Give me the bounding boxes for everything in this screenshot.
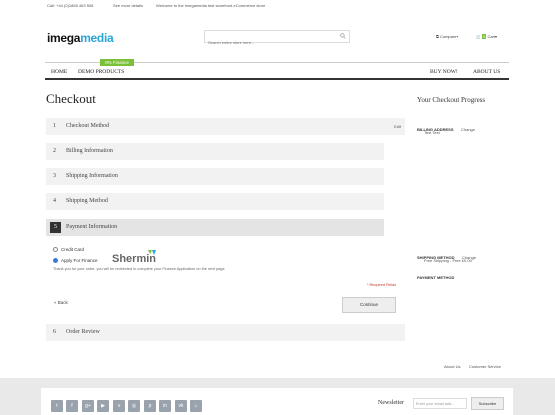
phone-text: Call: +44 (0)1865 463 508 — [47, 3, 94, 8]
nav-about-us[interactable]: About Us — [473, 69, 500, 75]
step-shipping-information[interactable]: 3 Shipping Information — [46, 168, 384, 185]
vimeo-icon[interactable]: v — [113, 400, 125, 412]
facebook-icon[interactable]: f — [66, 400, 78, 412]
step-label: Billing Information — [66, 148, 113, 154]
continue-label: Continue — [359, 302, 378, 307]
billing-change-link[interactable]: Change — [461, 127, 475, 132]
search-icon[interactable] — [340, 33, 346, 39]
step-number: 5 — [50, 222, 61, 233]
vk-icon[interactable]: vk — [175, 400, 187, 412]
step-number: 4 — [53, 198, 56, 204]
finance-badge: 0% Finance — [100, 59, 134, 66]
search-input[interactable] — [205, 37, 333, 48]
radio-button-selected[interactable] — [53, 258, 58, 263]
linkedin-icon[interactable]: in — [159, 400, 171, 412]
billing-address-value: Test Test — [424, 130, 440, 135]
progress-title: Your Checkout Progress — [417, 96, 486, 104]
logo-part2: media — [80, 31, 114, 45]
youtube-icon[interactable]: ▶ — [97, 400, 109, 412]
step-number: 2 — [53, 148, 56, 154]
twitter-icon[interactable]: t — [51, 400, 63, 412]
cart-label: Cart — [487, 34, 496, 39]
step-number: 6 — [53, 329, 56, 335]
cart-count: 0 — [482, 34, 487, 39]
pinterest-icon[interactable]: p — [144, 400, 156, 412]
required-fields: * Required Fields — [367, 283, 397, 287]
compare-icon: ⧉ — [436, 34, 439, 39]
shipping-method-value: Free Shipping - Free £0.00 — [424, 258, 472, 263]
step-label: Checkout Method — [66, 123, 110, 129]
logo-part1: imega — [47, 31, 81, 45]
step-billing-information[interactable]: 2 Billing Information — [46, 143, 384, 160]
cart-icon: 🛒 — [476, 34, 481, 39]
back-link[interactable]: « Back — [54, 300, 68, 305]
cart-link[interactable]: 🛒 0 Cart▾ — [476, 34, 497, 39]
radio-button[interactable] — [53, 247, 58, 252]
step-checkout-method[interactable]: 1 Checkout Method Edit — [46, 118, 405, 135]
welcome-text: Welcome to the Imegamedia test storefron… — [156, 3, 266, 8]
nav-demo-products[interactable]: Demo Products — [78, 69, 124, 75]
nav-home[interactable]: Home — [51, 69, 67, 75]
step-label: Shipping Information — [66, 173, 118, 179]
site-logo[interactable]: imegamedia — [47, 31, 114, 45]
payment-method-heading: PAYMENT METHOD — [417, 275, 455, 280]
top-bar: Call: +44 (0)1865 463 508 See more detai… — [0, 0, 555, 10]
newsletter-label: Newsletter — [378, 400, 404, 406]
step-number: 3 — [53, 173, 56, 179]
foursquare-icon[interactable]: ⌂ — [190, 400, 202, 412]
chevron-down-icon: ▾ — [456, 34, 459, 39]
more-details-link[interactable]: See more details — [113, 3, 143, 8]
step-label: Shipping Method — [66, 198, 108, 204]
subscribe-button[interactable]: Subscribe — [471, 397, 504, 410]
option-label: Apply For Finance — [61, 258, 98, 263]
step-label: Order Review — [66, 329, 100, 335]
nav-buy-now[interactable]: Buy Now! — [430, 69, 458, 75]
footer-service-link[interactable]: Customer Service — [469, 364, 501, 369]
step-shipping-method[interactable]: 4 Shipping Method — [46, 193, 384, 210]
shermin-logo: Shermin — [112, 250, 172, 275]
search-box — [204, 30, 350, 48]
shermin-text: Shermin — [112, 253, 157, 265]
continue-button[interactable]: Continue — [342, 297, 396, 313]
google-plus-icon[interactable]: g+ — [82, 400, 94, 412]
chevron-down-icon: ▾ — [495, 34, 498, 39]
step-label: Payment Information — [66, 224, 118, 230]
main-nav: Home Demo Products 0% Finance Buy Now! A… — [45, 59, 509, 80]
edit-link[interactable]: Edit — [394, 124, 401, 129]
step-payment-information[interactable]: 5 Payment Information — [46, 219, 384, 236]
instagram-icon[interactable]: ◎ — [128, 400, 140, 412]
option-label: Credit Card — [61, 247, 85, 252]
compare-link[interactable]: ⧉ Compare▾ — [436, 34, 458, 39]
page-title: Checkout — [46, 91, 96, 106]
step-order-review[interactable]: 6 Order Review — [46, 324, 405, 341]
newsletter-email-input[interactable]: Enter your email add... — [413, 398, 467, 409]
finance-note: Thank you for your order, you will be re… — [53, 267, 225, 271]
footer-about-link[interactable]: About Us — [444, 364, 460, 369]
compare-label: Compare — [439, 34, 457, 39]
step-number: 1 — [53, 123, 56, 129]
